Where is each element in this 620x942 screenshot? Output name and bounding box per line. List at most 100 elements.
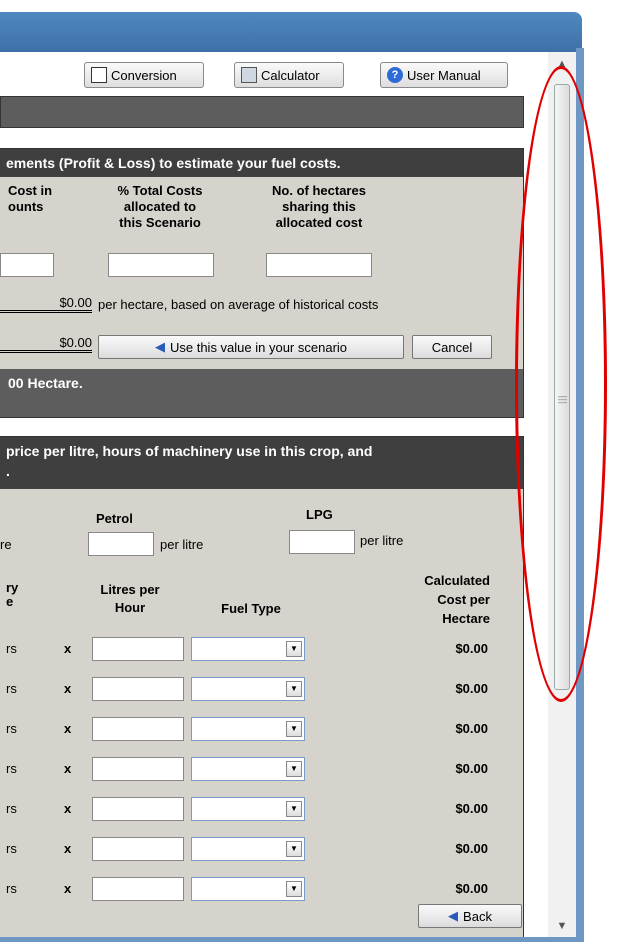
col-litres-header: Litres per Hour	[80, 581, 180, 617]
calculator-icon	[241, 67, 257, 83]
chevron-down-icon[interactable]: ▼	[286, 681, 302, 697]
chevron-down-icon[interactable]: ▼	[286, 881, 302, 897]
petrol-price-input[interactable]	[88, 532, 154, 556]
row-hours-label: rs	[6, 841, 17, 856]
panel2-header-line: .	[6, 463, 10, 479]
lpg-per-litre-label: per litre	[360, 533, 404, 548]
row-hours-label: rs	[6, 801, 17, 816]
percent-allocated-input[interactable]	[108, 253, 214, 277]
panel-header: ements (Profit & Loss) to estimate your …	[0, 149, 523, 177]
panel2-header-line: price per litre, hours of machinery use …	[6, 443, 373, 459]
use-value-button[interactable]: ◀ Use this value in your scenario	[98, 335, 404, 359]
litres-per-hour-input[interactable]	[92, 757, 184, 781]
litres-per-hour-input[interactable]	[92, 677, 184, 701]
cost-input[interactable]	[0, 253, 54, 277]
litres-per-hour-input[interactable]	[92, 637, 184, 661]
arrow-left-icon: ◀	[154, 339, 165, 354]
litres-per-hour-input[interactable]	[92, 877, 184, 901]
col-cost-line: ounts	[8, 199, 44, 214]
back-label: Back	[463, 908, 492, 924]
petrol-per-litre-label: per litre	[160, 537, 204, 552]
row-calculated-cost: $0.00	[455, 881, 488, 896]
app-content: Conversion Calculator ? User Manual emen…	[0, 52, 540, 937]
col-calculated-line: Cost per	[437, 592, 490, 607]
fuel-type-panel: price per litre, hours of machinery use …	[0, 436, 524, 937]
conversion-button[interactable]: Conversion	[84, 62, 204, 88]
fuel-cost-panel: ements (Profit & Loss) to estimate your …	[0, 148, 524, 418]
multiply-sign: x	[64, 801, 72, 816]
panel-footer-text: 00 Hectare.	[8, 375, 83, 391]
col-percent-header: % Total Costs allocated to this Scenario	[96, 183, 224, 231]
cancel-button[interactable]: Cancel	[412, 335, 492, 359]
col-litres-line: Litres per	[100, 582, 160, 597]
window-titlebar	[0, 12, 582, 52]
col-hectares-header: No. of hectares sharing this allocated c…	[250, 183, 388, 231]
window-frame-bottom	[0, 937, 584, 942]
fuel-type-select[interactable]: ▼	[191, 797, 305, 821]
col-calculated-header: Calculated Cost per Hectare	[380, 571, 490, 628]
row-calculated-cost: $0.00	[455, 681, 488, 696]
col-hours-header: ry e	[6, 581, 18, 609]
scroll-down-icon[interactable]: ▼	[548, 916, 576, 936]
row-hours-label: rs	[6, 881, 17, 896]
row-calculated-cost: $0.00	[455, 841, 488, 856]
col-hectares-line: No. of hectares	[272, 183, 366, 198]
col-cost-header: Cost in ounts	[8, 183, 52, 215]
multiply-sign: x	[64, 641, 72, 656]
help-icon: ?	[387, 67, 403, 83]
col-calculated-line: Hectare	[442, 611, 490, 626]
row-calculated-cost: $0.00	[455, 721, 488, 736]
calculator-label: Calculator	[261, 67, 320, 83]
historical-cost-note: per hectare, based on average of histori…	[98, 297, 379, 312]
ruler-icon	[91, 67, 107, 83]
panel2-header: price per litre, hours of machinery use …	[0, 437, 523, 489]
col-hectares-line: allocated cost	[275, 215, 363, 230]
user-manual-button[interactable]: ? User Manual	[380, 62, 508, 88]
fuel-type-select[interactable]: ▼	[191, 637, 305, 661]
lpg-price-input[interactable]	[289, 530, 355, 554]
row-hours-label: rs	[6, 641, 17, 656]
section-band	[0, 96, 524, 128]
arrow-left-icon: ◀	[448, 908, 459, 923]
row-calculated-cost: $0.00	[455, 761, 488, 776]
col-percent-line: allocated to	[123, 199, 197, 214]
col-hours-line: e	[6, 594, 14, 609]
chevron-down-icon[interactable]: ▼	[286, 761, 302, 777]
col-percent-line: this Scenario	[119, 215, 201, 230]
row-hours-label: rs	[6, 681, 17, 696]
user-manual-label: User Manual	[407, 67, 481, 83]
litres-per-hour-input[interactable]	[92, 797, 184, 821]
multiply-sign: x	[64, 681, 72, 696]
scenario-cost-value: $0.00	[0, 335, 92, 353]
col-hours-line: ry	[6, 580, 19, 595]
fuel-type-select[interactable]: ▼	[191, 757, 305, 781]
col-calculated-line: Calculated	[424, 573, 490, 588]
fuel-type-select[interactable]: ▼	[191, 837, 305, 861]
multiply-sign: x	[64, 841, 72, 856]
multiply-sign: x	[64, 761, 72, 776]
conversion-label: Conversion	[111, 67, 177, 83]
row-hours-label: rs	[6, 761, 17, 776]
multiply-sign: x	[64, 881, 72, 896]
col-hectares-line: sharing this	[282, 199, 356, 214]
petrol-label: Petrol	[96, 511, 133, 526]
multiply-sign: x	[64, 721, 72, 736]
fuel-type-select[interactable]: ▼	[191, 877, 305, 901]
chevron-down-icon[interactable]: ▼	[286, 721, 302, 737]
fuel-type-select[interactable]: ▼	[191, 677, 305, 701]
chevron-down-icon[interactable]: ▼	[286, 801, 302, 817]
calculator-button[interactable]: Calculator	[234, 62, 344, 88]
litres-per-hour-input[interactable]	[92, 717, 184, 741]
back-button[interactable]: ◀ Back	[418, 904, 522, 928]
lpg-label: LPG	[306, 507, 333, 522]
chevron-down-icon[interactable]: ▼	[286, 841, 302, 857]
fuel-type-select[interactable]: ▼	[191, 717, 305, 741]
col-litres-line: Hour	[114, 600, 146, 615]
chevron-down-icon[interactable]: ▼	[286, 641, 302, 657]
panel-footer: 00 Hectare.	[0, 369, 523, 417]
litres-per-hour-input[interactable]	[92, 837, 184, 861]
row-calculated-cost: $0.00	[455, 801, 488, 816]
use-value-label: Use this value in your scenario	[169, 339, 348, 355]
annotation-ellipse	[515, 66, 607, 702]
hectares-sharing-input[interactable]	[266, 253, 372, 277]
